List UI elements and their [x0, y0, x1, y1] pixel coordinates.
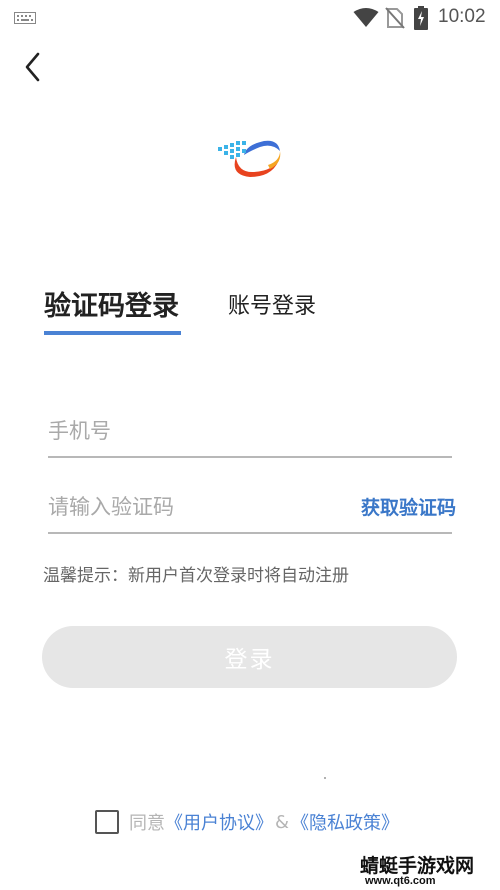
- agree-label: 同意: [129, 813, 165, 834]
- tab-sms-login[interactable]: 验证码登录: [44, 284, 179, 323]
- watermark: 蜻蜓手游戏网 www.qt6.com: [357, 848, 497, 890]
- code-underline: [48, 532, 452, 534]
- active-tab-indicator: [44, 331, 181, 335]
- decorative-dot: [324, 777, 326, 779]
- battery-charging-icon: [414, 6, 428, 30]
- back-button[interactable]: [20, 50, 50, 84]
- status-time: 10:02: [438, 6, 486, 27]
- phone-input[interactable]: [48, 414, 348, 448]
- privacy-policy-link[interactable]: 《隐私政策》: [291, 809, 399, 835]
- ampersand: &: [275, 811, 290, 833]
- phone-field: [48, 414, 452, 458]
- watermark-url: www.qt6.com: [365, 875, 436, 887]
- user-agreement-link[interactable]: 《用户协议》: [165, 809, 273, 835]
- chevron-left-icon: [25, 52, 40, 82]
- code-field: 获取验证码: [48, 490, 456, 534]
- no-sim-icon: [385, 7, 405, 29]
- keyboard-icon: [14, 12, 36, 24]
- wifi-icon: [353, 8, 379, 27]
- login-button[interactable]: 登录: [42, 626, 457, 688]
- get-code-button[interactable]: 获取验证码: [361, 493, 456, 520]
- tab-account-login[interactable]: 账号登录: [228, 288, 316, 320]
- registration-tip: 温馨提示：新用户首次登录时将自动注册: [43, 566, 349, 586]
- code-input[interactable]: [48, 490, 348, 524]
- app-logo-icon: [218, 140, 281, 177]
- agree-checkbox[interactable]: [95, 810, 119, 834]
- agreement-row: 同意 《用户协议》 & 《隐私政策》: [95, 808, 399, 836]
- phone-underline: [48, 456, 452, 458]
- status-bar: 10:02: [0, 0, 500, 36]
- watermark-title: 蜻蜓手游戏网: [360, 855, 475, 877]
